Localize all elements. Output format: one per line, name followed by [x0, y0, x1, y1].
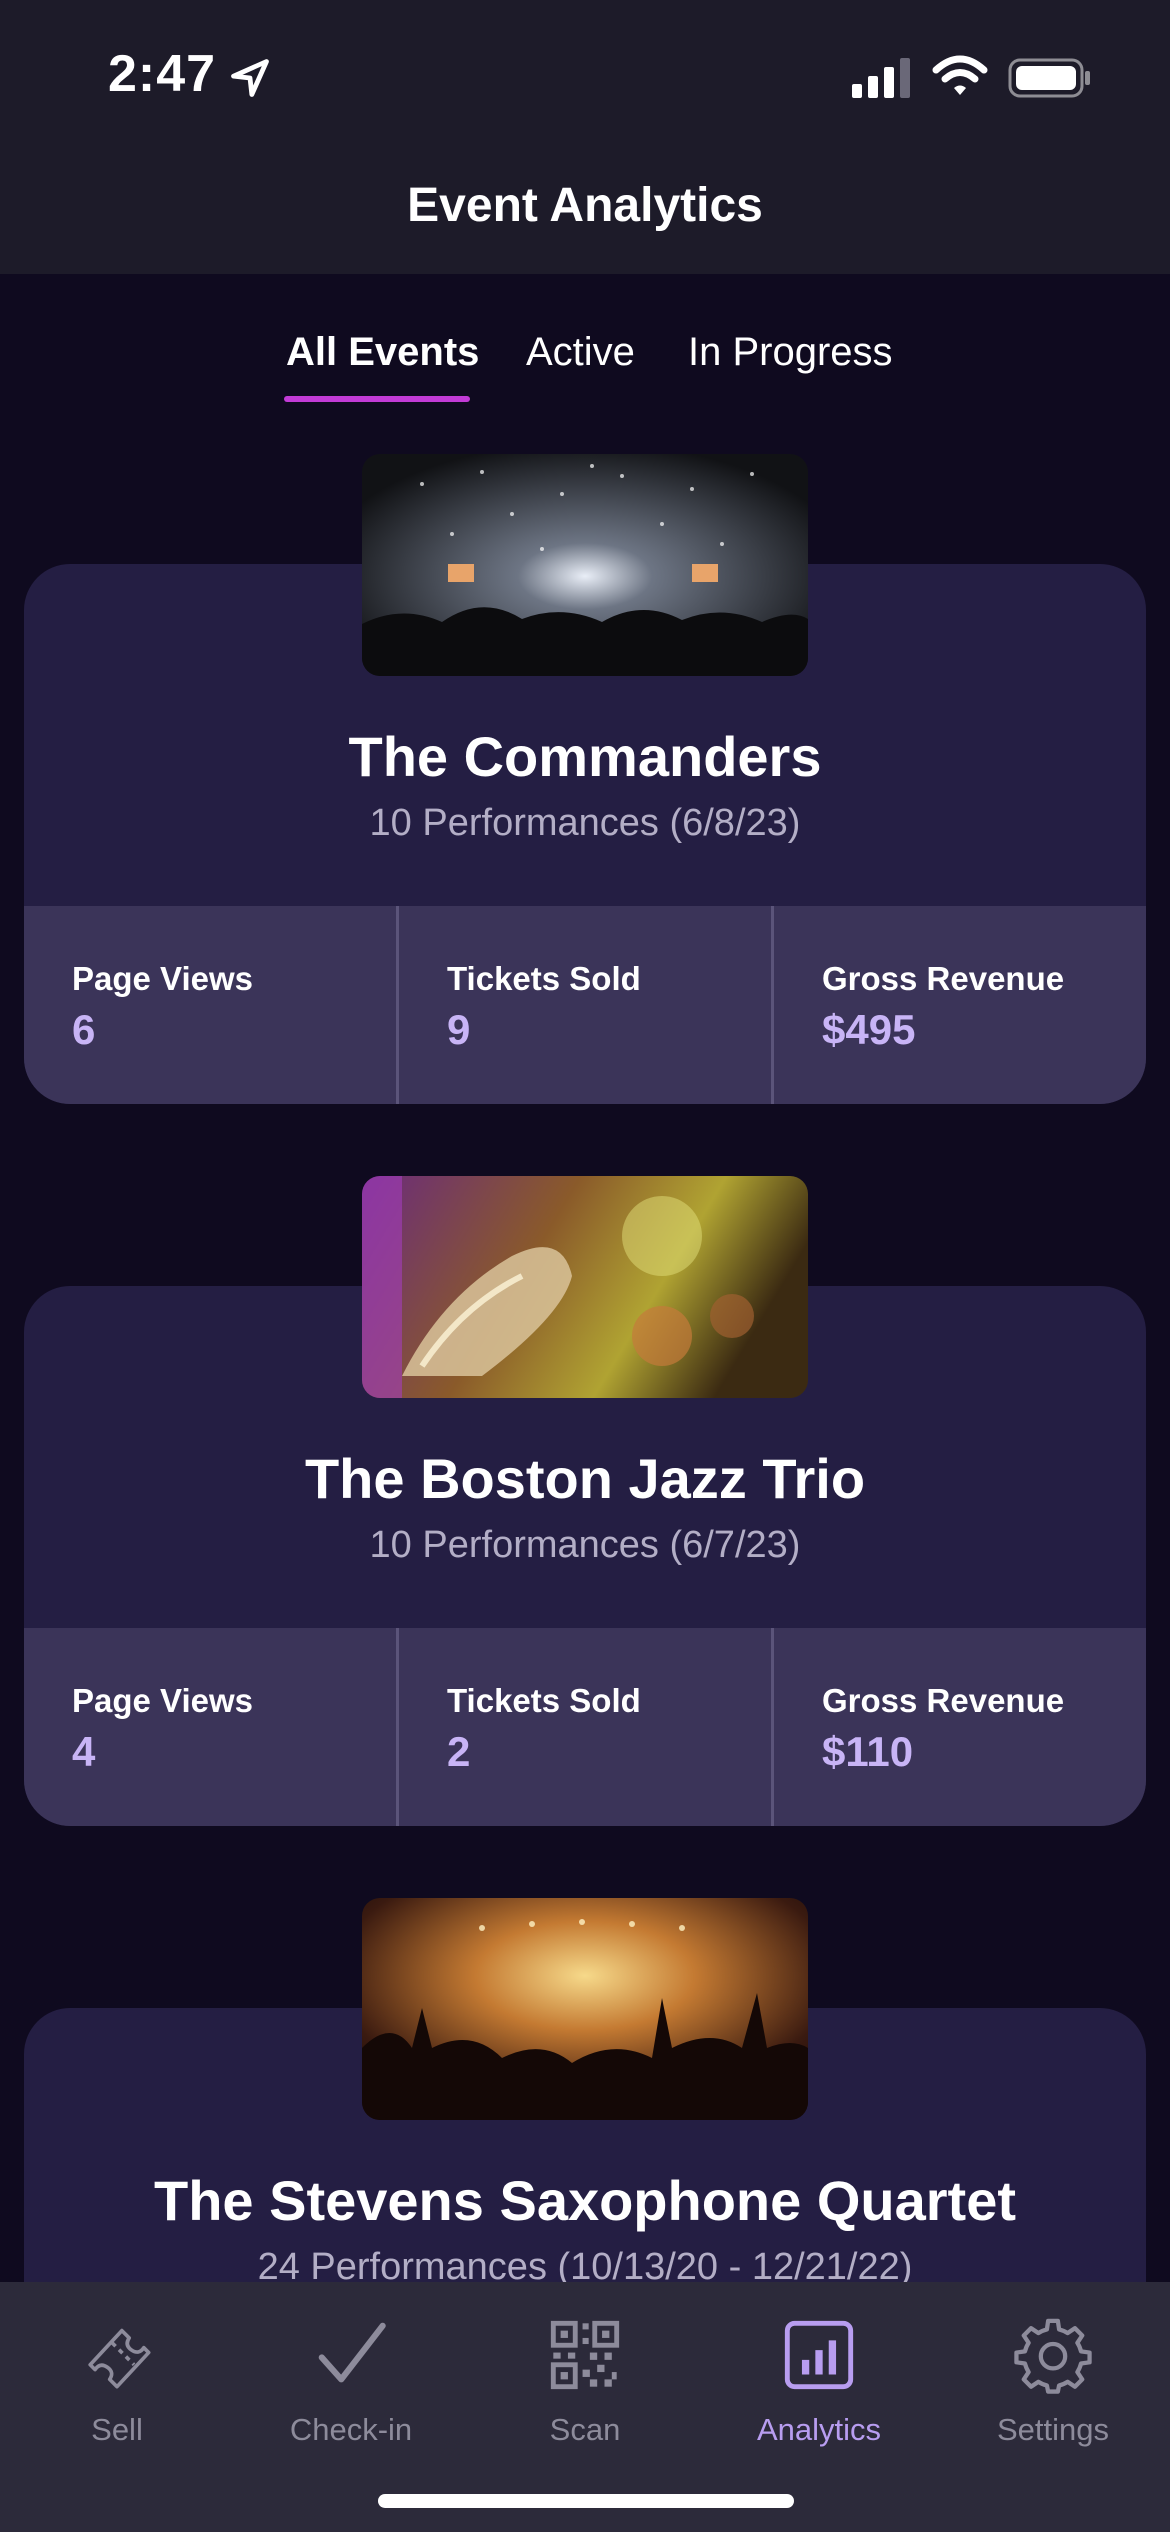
location-arrow-icon — [231, 59, 269, 97]
stat-tickets-sold: Tickets Sold 9 — [396, 906, 771, 1104]
event-card[interactable]: The Commanders 10 Performances (6/8/23) … — [24, 454, 1146, 1104]
tab-in-progress[interactable]: In Progress — [688, 330, 893, 375]
app-header: 2:47 Event Analytics — [0, 0, 1170, 274]
stat-page-views: Page Views 6 — [24, 906, 396, 1104]
tab-bar-scan[interactable]: Scan — [468, 2302, 702, 2502]
page-title: Event Analytics — [407, 179, 763, 232]
stat-value: 4 — [72, 1728, 96, 1775]
stat-label: Gross Revenue — [822, 960, 1065, 997]
stat-value: 2 — [447, 1728, 471, 1775]
stat-label: Tickets Sold — [447, 960, 641, 997]
checkmark-icon — [318, 2322, 386, 2383]
event-title: The Boston Jazz Trio — [304, 1447, 866, 1510]
tab-bar-check-in[interactable]: Check-in — [234, 2302, 468, 2502]
stat-label: Page Views — [72, 1682, 254, 1719]
battery-icon — [1008, 58, 1090, 98]
event-stats: Page Views 6 Tickets Sold 9 Gross Revenu… — [24, 906, 1146, 1104]
tab-bar-sell[interactable]: Sell — [0, 2302, 234, 2502]
event-title: The Stevens Saxophone Quartet — [154, 2169, 1016, 2232]
stat-value: $110 — [822, 1728, 914, 1775]
analytics-icon — [784, 2320, 854, 2390]
event-image — [362, 1176, 808, 1398]
stat-page-views: Page Views 4 — [24, 1628, 396, 1826]
tab-bar-settings[interactable]: Settings — [936, 2302, 1170, 2502]
event-image — [362, 454, 808, 676]
active-tab-indicator — [284, 396, 470, 402]
gear-icon — [1014, 2318, 1092, 2394]
event-card[interactable]: The Boston Jazz Trio 10 Performances (6/… — [24, 1176, 1146, 1826]
ticket-icon — [88, 2328, 151, 2389]
filter-tabs: All Events Active In Progress — [0, 330, 1170, 410]
tab-bar-label: Settings — [996, 2412, 1109, 2447]
stat-value: $495 — [822, 1006, 916, 1053]
stat-gross-revenue: Gross Revenue $110 — [771, 1628, 1146, 1826]
stat-label: Gross Revenue — [822, 1682, 1065, 1719]
stat-label: Page Views — [72, 960, 254, 997]
event-subtitle: 10 Performances (6/7/23) — [369, 1524, 801, 1566]
tab-bar-label: Check-in — [289, 2412, 413, 2447]
tab-bar-label: Sell — [91, 2412, 143, 2447]
event-stats: Page Views 4 Tickets Sold 2 Gross Revenu… — [24, 1628, 1146, 1826]
status-bar: 2:47 — [0, 0, 1170, 150]
stat-label: Tickets Sold — [447, 1682, 641, 1719]
event-image — [362, 1898, 808, 2120]
stat-tickets-sold: Tickets Sold 2 — [396, 1628, 771, 1826]
cellular-signal-icon — [852, 58, 910, 98]
event-title: The Commanders — [348, 725, 822, 788]
screen: 2:47 Event Analytics All Events Active I… — [0, 0, 1170, 2532]
tab-bar-label: Scan — [549, 2412, 621, 2447]
stat-value: 9 — [447, 1006, 471, 1053]
qr-code-icon — [550, 2320, 620, 2390]
tab-bar-analytics[interactable]: Analytics — [702, 2302, 936, 2502]
stat-gross-revenue: Gross Revenue $495 — [771, 906, 1146, 1104]
tab-bar-label: Analytics — [756, 2412, 882, 2447]
status-time: 2:47 — [108, 45, 217, 103]
tab-all-events[interactable]: All Events — [286, 330, 479, 375]
tab-active[interactable]: Active — [526, 330, 635, 375]
wifi-icon — [932, 55, 988, 95]
stat-value: 6 — [72, 1006, 96, 1053]
event-subtitle: 10 Performances (6/8/23) — [369, 802, 801, 844]
home-indicator — [378, 2494, 794, 2508]
